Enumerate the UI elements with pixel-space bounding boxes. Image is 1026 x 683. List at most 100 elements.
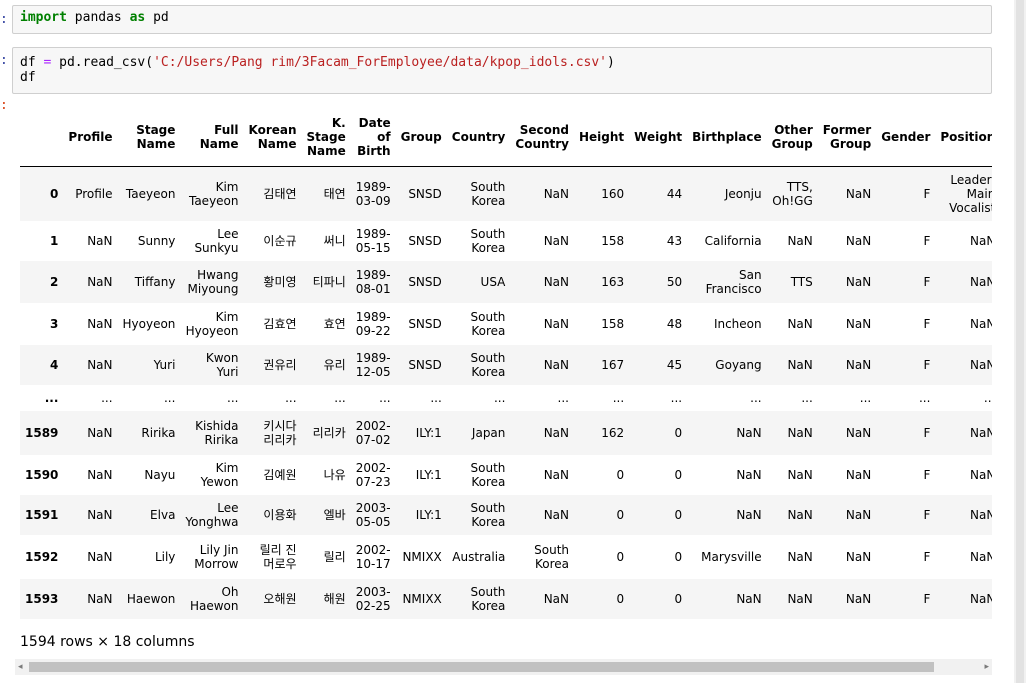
table-cell: NaN	[845, 317, 872, 331]
table-cell: Kim Taeyeon	[188, 180, 239, 208]
table-cell: NaN	[736, 426, 762, 440]
table-cell: NaN	[87, 358, 113, 372]
row-index: 1589	[25, 426, 59, 440]
table-cell: F	[923, 468, 931, 482]
scroll-right-arrow-icon[interactable]: ▸	[984, 661, 989, 673]
table-cell: ...	[285, 391, 297, 405]
table-cell: Haewon	[126, 592, 176, 606]
table-cell: NaN	[845, 468, 872, 482]
table-cell: California	[704, 234, 762, 248]
row-index: 3	[50, 317, 59, 331]
table-cell: NaN	[970, 275, 992, 289]
table-cell: ...	[430, 391, 442, 405]
table-header-row: Profile Stage Name Full Name Korean Name K. …	[20, 108, 992, 167]
horizontal-scrollbar[interactable]: ◂ ▸	[15, 659, 992, 675]
table-cell: NaN	[543, 317, 569, 331]
table-cell: TTS, Oh!GG	[772, 180, 813, 208]
output-prompt: :	[0, 98, 8, 113]
table-cell: F	[923, 275, 931, 289]
table-cell: NaN	[736, 468, 762, 482]
table-cell: 리리카	[312, 426, 346, 440]
row-index: 1591	[25, 508, 59, 522]
table-cell: ...	[163, 391, 176, 405]
table-cell: Goyang	[715, 358, 762, 372]
scroll-left-arrow-icon[interactable]: ◂	[18, 661, 23, 673]
table-cell: Jeonju	[724, 187, 762, 201]
table-cell: USA	[480, 275, 506, 289]
table-cell: NaN	[970, 592, 992, 606]
table-cell: 권유리	[263, 358, 297, 372]
table-cell: NMIXX	[402, 592, 442, 606]
table-cell: SNSD	[408, 187, 442, 201]
table-row: 1593 NaN Haewon Oh Haewon 오해원 해원 2003-02-25 NMI…	[20, 579, 992, 619]
table-cell: 써니	[323, 234, 346, 248]
table-cell: NaN	[87, 592, 113, 606]
table-cell: 나유	[323, 468, 346, 482]
code-cell-read-csv[interactable]: df = pd.read_csv('C:/Users/Pang rim/3Fac…	[12, 47, 992, 94]
table-cell: 이용화	[263, 508, 297, 522]
table-cell: 0	[674, 550, 683, 564]
table-cell: 1989-03-09	[355, 180, 391, 208]
table-cell: Marysville	[701, 550, 762, 564]
vertical-scrollbar-thumb[interactable]	[1016, 0, 1024, 683]
table-cell: SNSD	[408, 317, 442, 331]
table-cell: Lily	[154, 550, 176, 564]
table-cell: 2002-07-02	[355, 419, 391, 447]
column-header: Weight	[629, 108, 688, 167]
table-cell: 1989-12-05	[355, 351, 391, 379]
table-cell: ...	[101, 391, 113, 405]
table-cell: NaN	[787, 358, 813, 372]
table-cell: NaN	[787, 468, 813, 482]
column-header: Former Group	[817, 108, 877, 167]
table-cell: NaN	[845, 234, 872, 248]
table-cell: NaN	[543, 187, 569, 201]
code-text: pd	[145, 10, 169, 25]
column-header: Position	[935, 108, 992, 167]
table-cell: Australia	[452, 550, 506, 564]
table-row: 1589 NaN Ririka Kishida Ririka 키시다 리리카 리리카 200…	[20, 411, 992, 455]
column-header: Birthplace	[687, 108, 767, 167]
table-cell: South Korea	[534, 543, 569, 571]
table-cell: South Korea	[470, 461, 506, 489]
table-cell: Sunny	[137, 234, 176, 248]
table-cell: F	[923, 187, 931, 201]
table-cell: ...	[859, 391, 872, 405]
table-cell: 해원	[323, 592, 346, 606]
table-cell: F	[923, 592, 931, 606]
table-cell: South Korea	[470, 585, 506, 613]
table-cell: NaN	[543, 234, 569, 248]
input-prompt-2: :	[0, 53, 8, 68]
table-cell: 0	[674, 592, 683, 606]
scrollbar-thumb[interactable]	[29, 662, 934, 672]
table-cell: Lily Jin Morrow	[194, 543, 239, 571]
table-cell: South Korea	[470, 351, 506, 379]
table-cell: ...	[334, 391, 346, 405]
table-cell: NaN	[970, 426, 992, 440]
table-cell: TTS	[790, 275, 813, 289]
table-cell: NaN	[787, 508, 813, 522]
table-row: 1 NaN Sunny Lee Sunkyu 이순규 써니 1989-05-15 SNSD So…	[20, 221, 992, 261]
table-cell: NaN	[787, 426, 813, 440]
column-header: K. Stage Name	[301, 108, 351, 167]
column-header: Second Country	[510, 108, 574, 167]
table-cell: NaN	[87, 426, 113, 440]
code-text: pd.read_csv(	[51, 55, 154, 70]
column-header	[20, 108, 64, 167]
column-header: Height	[574, 108, 630, 167]
table-row: ........................................…	[20, 385, 992, 411]
table-cell: 1989-05-15	[355, 227, 391, 255]
code-text: df	[20, 70, 36, 85]
table-cell: NaN	[87, 234, 113, 248]
vertical-scrollbar[interactable]	[1014, 0, 1026, 683]
table-cell: 0	[616, 508, 625, 522]
table-cell: NaN	[543, 508, 569, 522]
table-cell: 이순규	[263, 234, 297, 248]
table-cell: 44	[666, 187, 683, 201]
table-cell: ...	[801, 391, 813, 405]
table-cell: 김효연	[263, 317, 297, 331]
table-cell: F	[923, 317, 931, 331]
table-cell: 키시다 리리카	[263, 419, 297, 447]
table-cell: South Korea	[470, 310, 506, 338]
table-cell: Hwang Miyoung	[187, 268, 239, 296]
code-cell-import[interactable]: import pandas as pd	[12, 5, 992, 34]
